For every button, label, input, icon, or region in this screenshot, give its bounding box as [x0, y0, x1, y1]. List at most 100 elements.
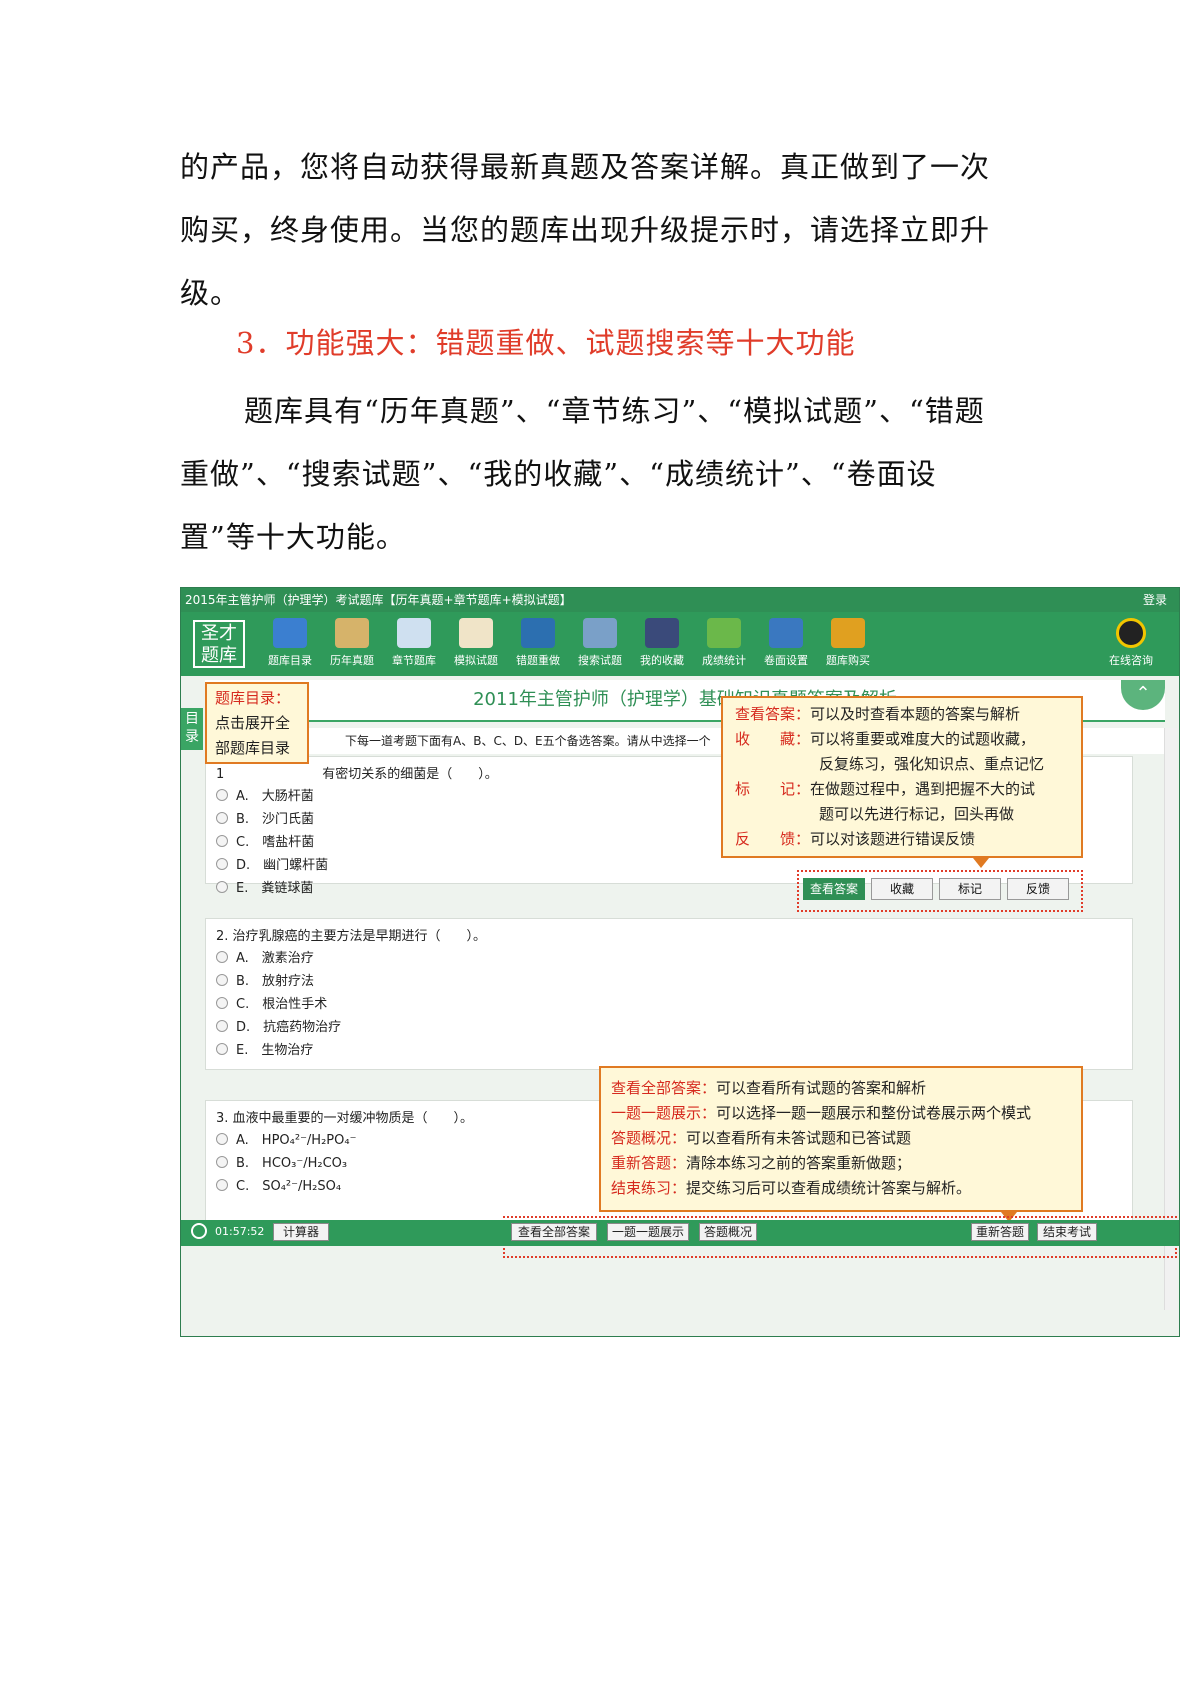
q2-option-4[interactable]: D. 抗癌药物治疗	[216, 1016, 341, 1035]
qq-penguin-icon	[1116, 618, 1146, 648]
q2-option-3[interactable]: C. 根治性手术	[216, 993, 327, 1012]
toolbar-item-9[interactable]: 卷面设置	[755, 618, 817, 672]
q1-option-4[interactable]: D. 幽门螺杆菌	[216, 854, 328, 873]
mock-paper-icon	[459, 618, 493, 648]
option-label: A. 大肠杆菌	[236, 789, 314, 804]
alarm-clock-icon	[191, 1223, 207, 1239]
option-label: D. 幽门螺杆菌	[236, 858, 329, 873]
notepad-icon	[397, 618, 431, 648]
option-label: D. 抗癌药物治疗	[236, 1020, 342, 1035]
chevron-up-icon: ⌃	[1135, 683, 1151, 704]
q1-option-1[interactable]: A. 大肠杆菌	[216, 785, 314, 804]
exam-action-3-button[interactable]: 答题概况	[699, 1223, 757, 1241]
option-label: E. 粪链球菌	[236, 881, 314, 896]
shopping-cart-icon	[831, 618, 865, 648]
q1-option-5[interactable]: E. 粪链球菌	[216, 877, 313, 896]
toolbar-item-1[interactable]: 题库目录	[259, 618, 321, 672]
catalog-side-tab[interactable]: 目录	[181, 708, 203, 750]
calculator-button[interactable]: 计算器	[273, 1223, 329, 1241]
toolbar-item-label: 题库目录	[268, 654, 312, 667]
catalog-callout-line-2: 部题库目录	[215, 739, 291, 757]
toolbar-item-4[interactable]: 模拟试题	[445, 618, 507, 672]
right-callout-line: 标 记：在做题过程中，遇到把握不大的试	[735, 777, 1069, 802]
toolbar-item-7[interactable]: 我的收藏	[631, 618, 693, 672]
q3-option-2[interactable]: B. HCO₃⁻/H₂CO₃	[216, 1152, 347, 1171]
monitor-icon	[273, 618, 307, 648]
callout-value: 可以及时查看本题的答案与解析	[810, 705, 1021, 723]
question-buttons-highlight	[797, 870, 1083, 912]
callout-value: 题可以先进行标记，回头再做	[819, 805, 1015, 823]
callout-key: 标 记：	[735, 780, 811, 798]
certificate-icon	[335, 618, 369, 648]
option-label: C. 根治性手术	[236, 997, 328, 1012]
question-1-text: 1 有密切关系的细菌是（ ）。	[216, 763, 498, 782]
toolbar-item-3[interactable]: 章节题库	[383, 618, 445, 672]
features-paragraph: 题库具有“历年真题”、“章节练习”、“模拟试题”、“错题重做”、“搜索试题”、“…	[180, 394, 985, 554]
exam-right-action-2-button[interactable]: 结束考试	[1037, 1223, 1097, 1241]
q3-option-3[interactable]: C. SO₄²⁻/H₂SO₄	[216, 1175, 341, 1194]
online-consult-button[interactable]: 在线咨询	[1101, 618, 1161, 668]
radio-icon	[216, 858, 228, 870]
catalog-callout-title: 题库目录：	[215, 689, 291, 707]
radio-icon	[216, 835, 228, 847]
exam-right-action-1-button[interactable]: 重新答题	[971, 1223, 1029, 1241]
callout-key: 重新答题：	[611, 1154, 687, 1172]
callout-key: 结束练习：	[611, 1179, 687, 1197]
toolbar-item-2[interactable]: 历年真题	[321, 618, 383, 672]
redo-arrow-icon	[521, 618, 555, 648]
bottom-callout-line: 答题概况：可以查看所有未答试题和已答试题	[611, 1126, 1071, 1151]
radio-icon	[216, 997, 228, 1009]
toolbar-item-6[interactable]: 搜索试题	[569, 618, 631, 672]
callout-key: 查看全部答案：	[611, 1079, 717, 1097]
q2-option-1[interactable]: A. 激素治疗	[216, 947, 314, 966]
radio-icon	[216, 974, 228, 986]
question-2-text: 2. 治疗乳腺癌的主要方法是早期进行（ ）。	[216, 929, 487, 944]
callout-value: 清除本练习之前的答案重新做题；	[686, 1154, 912, 1172]
option-label: C. SO₄²⁻/H₂SO₄	[236, 1179, 342, 1194]
option-label: B. HCO₃⁻/H₂CO₃	[236, 1156, 348, 1171]
bookmark-star-icon	[645, 618, 679, 648]
radio-icon	[216, 1179, 228, 1191]
callout-key: 答题概况：	[611, 1129, 687, 1147]
q3-option-1[interactable]: A. HPO₄²⁻/H₂PO₄⁻	[216, 1129, 356, 1148]
option-label: A. HPO₄²⁻/H₂PO₄⁻	[236, 1133, 357, 1148]
option-label: C. 嗜盐杆菌	[236, 835, 315, 850]
q2-option-2[interactable]: B. 放射疗法	[216, 970, 314, 989]
right-callout-line: 收 藏：可以将重要或难度大的试题收藏，	[735, 727, 1069, 752]
main-toolbar: 圣才题库 题库目录 历年真题 章节题库 模拟试题 错题重做 搜索试题 我的收藏 成绩统计 卷面设…	[181, 612, 1179, 676]
toolbar-item-10[interactable]: 题库购买	[817, 618, 879, 672]
toolbar-item-label: 历年真题	[330, 654, 374, 667]
toolbar-item-label: 题库购买	[826, 654, 870, 667]
toolbar-item-label: 模拟试题	[454, 654, 498, 667]
callout-key: 查看答案：	[735, 705, 811, 723]
radio-icon	[216, 812, 228, 824]
exam-app-screenshot: 2015年主管护师（护理学）考试题库【历年真题+章节题库+模拟试题】 登录 圣才…	[180, 587, 1180, 1337]
option-label: B. 放射疗法	[236, 974, 315, 989]
q2-option-5[interactable]: E. 生物治疗	[216, 1039, 313, 1058]
radio-icon	[216, 1020, 228, 1032]
catalog-callout: 题库目录： 点击展开全 部题库目录	[205, 682, 309, 764]
callout-value: 可以查看所有未答试题和已答试题	[686, 1129, 912, 1147]
toolbar-item-8[interactable]: 成绩统计	[693, 618, 755, 672]
question-tools-callout: 查看答案：可以及时查看本题的答案与解析收 藏：可以将重要或难度大的试题收藏， 反复…	[721, 696, 1083, 858]
login-link[interactable]: 登录	[1143, 588, 1167, 612]
callout-key: 反 馈：	[735, 830, 811, 848]
bottom-callout-line: 重新答题：清除本练习之前的答案重新做题；	[611, 1151, 1071, 1176]
toolbar-item-5[interactable]: 错题重做	[507, 618, 569, 672]
radio-icon	[216, 1043, 228, 1055]
question-tools-callout-tail	[973, 858, 989, 868]
exam-action-2-button[interactable]: 一题一题展示	[607, 1223, 689, 1241]
toolbar-item-label: 搜索试题	[578, 654, 622, 667]
bottom-callout-line: 一题一题展示：可以选择一题一题展示和整份试卷展示两个模式	[611, 1101, 1071, 1126]
q1-option-3[interactable]: C. 嗜盐杆菌	[216, 831, 314, 850]
exam-tools-callout: 查看全部答案：可以查看所有试题的答案和解析 一题一题展示：可以选择一题一题展示和整…	[599, 1066, 1083, 1212]
bottom-callout-line: 结束练习：提交练习后可以查看成绩统计答案与解析。	[611, 1176, 1071, 1201]
toolbar-item-label: 成绩统计	[702, 654, 746, 667]
right-callout-line: 题可以先进行标记，回头再做	[735, 802, 1069, 827]
question-2: 2. 治疗乳腺癌的主要方法是早期进行（ ）。 A. 激素治疗 B. 放射疗法 C. …	[205, 918, 1133, 1070]
exam-action-1-button[interactable]: 查看全部答案	[511, 1223, 597, 1241]
q1-option-2[interactable]: B. 沙门氏菌	[216, 808, 314, 827]
radio-icon	[216, 881, 228, 893]
online-consult-label: 在线咨询	[1109, 654, 1153, 667]
gear-icon	[769, 618, 803, 648]
